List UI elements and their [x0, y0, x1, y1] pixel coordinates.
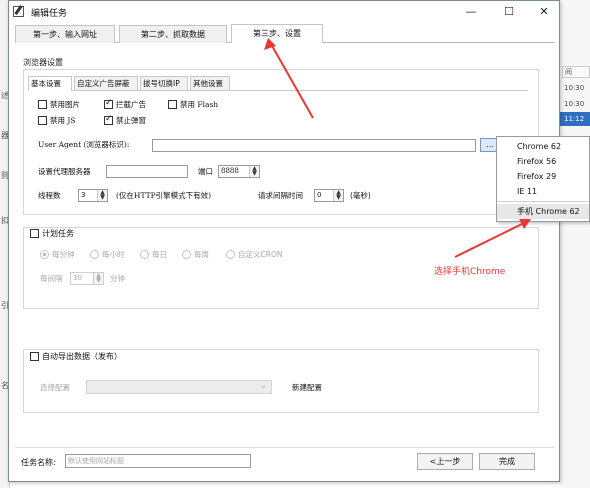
annotation-text: 选择手机Chrome — [434, 267, 506, 277]
arrow-line-to-option — [454, 222, 525, 258]
arrow-line-to-tab — [270, 43, 314, 119]
annotation-arrows — [264, 38, 531, 258]
